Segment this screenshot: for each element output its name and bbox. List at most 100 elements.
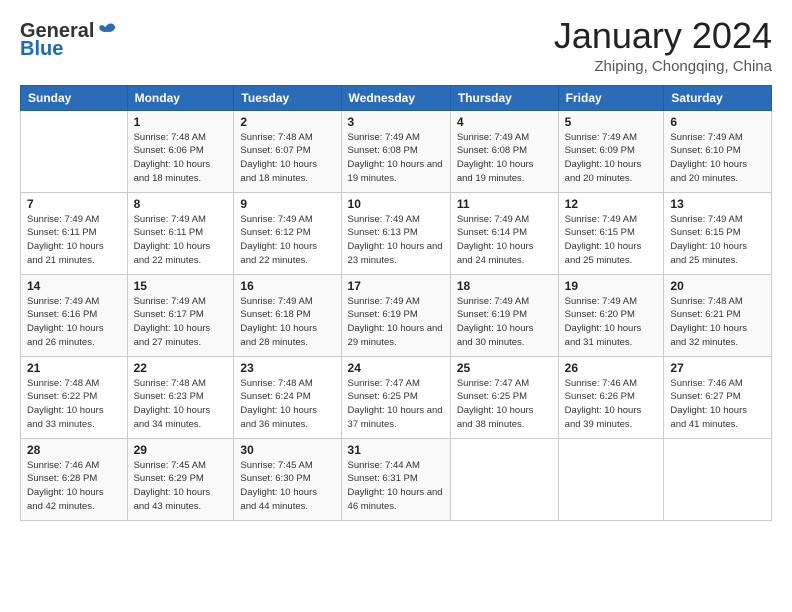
calendar-week-row-3: 21 Sunrise: 7:48 AMSunset: 6:22 PMDayligh… bbox=[21, 356, 772, 438]
calendar-cell bbox=[21, 110, 128, 192]
calendar-cell: 25Sunrise: 7:47 AMSunset: 6:25 PMDayligh… bbox=[450, 356, 558, 438]
calendar-cell: 11Sunrise: 7:49 AMSunset: 6:14 PMDayligh… bbox=[450, 192, 558, 274]
day-number: 21 bbox=[27, 361, 121, 375]
calendar-cell: 19Sunrise: 7:49 AMSunset: 6:20 PMDayligh… bbox=[558, 274, 664, 356]
day-number: 26 bbox=[565, 361, 658, 375]
day-detail: Sunrise: 7:48 AMSunset: 6:06 PMDaylight:… bbox=[134, 131, 228, 186]
calendar-cell: 30 Sunrise: 7:45 AMSunset: 6:30 PMDayligh… bbox=[234, 438, 341, 520]
col-saturday: Saturday bbox=[664, 85, 772, 110]
calendar-cell bbox=[664, 438, 772, 520]
day-number: 1 bbox=[134, 115, 228, 129]
calendar-cell: 16Sunrise: 7:49 AMSunset: 6:18 PMDayligh… bbox=[234, 274, 341, 356]
calendar-cell: 13 Sunrise: 7:49 AMSunset: 6:15 PMDayligh… bbox=[664, 192, 772, 274]
day-detail: Sunrise: 7:45 AMSunset: 6:29 PMDaylight:… bbox=[134, 459, 228, 514]
day-number: 24 bbox=[348, 361, 444, 375]
col-monday: Monday bbox=[127, 85, 234, 110]
calendar-cell: 5 Sunrise: 7:49 AMSunset: 6:09 PMDaylight… bbox=[558, 110, 664, 192]
logo-bird-icon bbox=[96, 20, 118, 42]
day-detail: Sunrise: 7:45 AMSunset: 6:30 PMDaylight:… bbox=[240, 459, 334, 514]
day-detail: Sunrise: 7:49 AMSunset: 6:15 PMDaylight:… bbox=[670, 213, 765, 268]
calendar-table: Sunday Monday Tuesday Wednesday Thursday… bbox=[20, 85, 772, 521]
calendar-cell: 8 Sunrise: 7:49 AMSunset: 6:11 PMDaylight… bbox=[127, 192, 234, 274]
calendar-cell: 26 Sunrise: 7:46 AMSunset: 6:26 PMDayligh… bbox=[558, 356, 664, 438]
day-detail: Sunrise: 7:48 AMSunset: 6:22 PMDaylight:… bbox=[27, 377, 121, 432]
col-friday: Friday bbox=[558, 85, 664, 110]
month-title: January 2024 bbox=[554, 16, 772, 56]
day-detail: Sunrise: 7:49 AMSunset: 6:08 PMDaylight:… bbox=[457, 131, 552, 186]
calendar-cell: 22 Sunrise: 7:48 AMSunset: 6:23 PMDayligh… bbox=[127, 356, 234, 438]
day-number: 18 bbox=[457, 279, 552, 293]
day-number: 17 bbox=[348, 279, 444, 293]
col-tuesday: Tuesday bbox=[234, 85, 341, 110]
col-thursday: Thursday bbox=[450, 85, 558, 110]
calendar-cell: 4 Sunrise: 7:49 AMSunset: 6:08 PMDaylight… bbox=[450, 110, 558, 192]
day-number: 29 bbox=[134, 443, 228, 457]
calendar-week-row-1: 7Sunrise: 7:49 AMSunset: 6:11 PMDaylight… bbox=[21, 192, 772, 274]
calendar-cell: 3Sunrise: 7:49 AMSunset: 6:08 PMDaylight… bbox=[341, 110, 450, 192]
day-number: 20 bbox=[670, 279, 765, 293]
day-number: 15 bbox=[134, 279, 228, 293]
calendar-cell: 20 Sunrise: 7:48 AMSunset: 6:21 PMDayligh… bbox=[664, 274, 772, 356]
day-number: 19 bbox=[565, 279, 658, 293]
day-detail: Sunrise: 7:49 AMSunset: 6:14 PMDaylight:… bbox=[457, 213, 552, 268]
day-number: 28 bbox=[27, 443, 121, 457]
day-number: 31 bbox=[348, 443, 444, 457]
day-detail: Sunrise: 7:48 AMSunset: 6:23 PMDaylight:… bbox=[134, 377, 228, 432]
col-sunday: Sunday bbox=[21, 85, 128, 110]
calendar-cell: 21 Sunrise: 7:48 AMSunset: 6:22 PMDayligh… bbox=[21, 356, 128, 438]
calendar-week-row-2: 14 Sunrise: 7:49 AMSunset: 6:16 PMDayligh… bbox=[21, 274, 772, 356]
day-detail: Sunrise: 7:49 AMSunset: 6:17 PMDaylight:… bbox=[134, 295, 228, 350]
day-detail: Sunrise: 7:49 AMSunset: 6:10 PMDaylight:… bbox=[670, 131, 765, 186]
calendar-cell: 12Sunrise: 7:49 AMSunset: 6:15 PMDayligh… bbox=[558, 192, 664, 274]
calendar-cell: 9Sunrise: 7:49 AMSunset: 6:12 PMDaylight… bbox=[234, 192, 341, 274]
day-detail: Sunrise: 7:46 AMSunset: 6:27 PMDaylight:… bbox=[670, 377, 765, 432]
day-number: 22 bbox=[134, 361, 228, 375]
day-number: 3 bbox=[348, 115, 444, 129]
day-number: 30 bbox=[240, 443, 334, 457]
calendar-cell: 23Sunrise: 7:48 AMSunset: 6:24 PMDayligh… bbox=[234, 356, 341, 438]
day-number: 8 bbox=[134, 197, 228, 211]
page: General Blue January 2024 Zhiping, Chong… bbox=[0, 0, 792, 612]
calendar-cell: 17 Sunrise: 7:49 AMSunset: 6:19 PMDayligh… bbox=[341, 274, 450, 356]
calendar-cell bbox=[450, 438, 558, 520]
day-detail: Sunrise: 7:49 AMSunset: 6:13 PMDaylight:… bbox=[348, 213, 444, 268]
calendar-header-row: Sunday Monday Tuesday Wednesday Thursday… bbox=[21, 85, 772, 110]
day-detail: Sunrise: 7:46 AMSunset: 6:26 PMDaylight:… bbox=[565, 377, 658, 432]
calendar-cell: 7Sunrise: 7:49 AMSunset: 6:11 PMDaylight… bbox=[21, 192, 128, 274]
day-detail: Sunrise: 7:49 AMSunset: 6:11 PMDaylight:… bbox=[134, 213, 228, 268]
calendar-cell bbox=[558, 438, 664, 520]
day-number: 16 bbox=[240, 279, 334, 293]
day-detail: Sunrise: 7:49 AMSunset: 6:16 PMDaylight:… bbox=[27, 295, 121, 350]
day-detail: Sunrise: 7:47 AMSunset: 6:25 PMDaylight:… bbox=[457, 377, 552, 432]
day-detail: Sunrise: 7:47 AMSunset: 6:25 PMDaylight:… bbox=[348, 377, 444, 432]
day-number: 14 bbox=[27, 279, 121, 293]
day-detail: Sunrise: 7:49 AMSunset: 6:19 PMDaylight:… bbox=[457, 295, 552, 350]
calendar-cell: 14 Sunrise: 7:49 AMSunset: 6:16 PMDayligh… bbox=[21, 274, 128, 356]
day-number: 4 bbox=[457, 115, 552, 129]
location-subtitle: Zhiping, Chongqing, China bbox=[554, 58, 772, 75]
calendar-cell: 31 Sunrise: 7:44 AMSunset: 6:31 PMDayligh… bbox=[341, 438, 450, 520]
calendar-cell: 28 Sunrise: 7:46 AMSunset: 6:28 PMDayligh… bbox=[21, 438, 128, 520]
day-number: 9 bbox=[240, 197, 334, 211]
day-number: 13 bbox=[670, 197, 765, 211]
header: General Blue January 2024 Zhiping, Chong… bbox=[20, 16, 772, 75]
day-detail: Sunrise: 7:46 AMSunset: 6:28 PMDaylight:… bbox=[27, 459, 121, 514]
day-detail: Sunrise: 7:49 AMSunset: 6:09 PMDaylight:… bbox=[565, 131, 658, 186]
day-number: 23 bbox=[240, 361, 334, 375]
calendar-cell: 10Sunrise: 7:49 AMSunset: 6:13 PMDayligh… bbox=[341, 192, 450, 274]
day-detail: Sunrise: 7:44 AMSunset: 6:31 PMDaylight:… bbox=[348, 459, 444, 514]
day-number: 6 bbox=[670, 115, 765, 129]
day-number: 5 bbox=[565, 115, 658, 129]
calendar-cell: 24 Sunrise: 7:47 AMSunset: 6:25 PMDayligh… bbox=[341, 356, 450, 438]
day-detail: Sunrise: 7:48 AMSunset: 6:21 PMDaylight:… bbox=[670, 295, 765, 350]
calendar-week-row-0: 1 Sunrise: 7:48 AMSunset: 6:06 PMDaylight… bbox=[21, 110, 772, 192]
day-detail: Sunrise: 7:48 AMSunset: 6:07 PMDaylight:… bbox=[240, 131, 334, 186]
calendar-week-row-4: 28 Sunrise: 7:46 AMSunset: 6:28 PMDayligh… bbox=[21, 438, 772, 520]
calendar-cell: 6 Sunrise: 7:49 AMSunset: 6:10 PMDaylight… bbox=[664, 110, 772, 192]
calendar-cell: 29 Sunrise: 7:45 AMSunset: 6:29 PMDayligh… bbox=[127, 438, 234, 520]
calendar-cell: 1 Sunrise: 7:48 AMSunset: 6:06 PMDaylight… bbox=[127, 110, 234, 192]
calendar-cell: 18 Sunrise: 7:49 AMSunset: 6:19 PMDayligh… bbox=[450, 274, 558, 356]
day-number: 2 bbox=[240, 115, 334, 129]
day-detail: Sunrise: 7:49 AMSunset: 6:19 PMDaylight:… bbox=[348, 295, 444, 350]
calendar-cell: 15 Sunrise: 7:49 AMSunset: 6:17 PMDayligh… bbox=[127, 274, 234, 356]
